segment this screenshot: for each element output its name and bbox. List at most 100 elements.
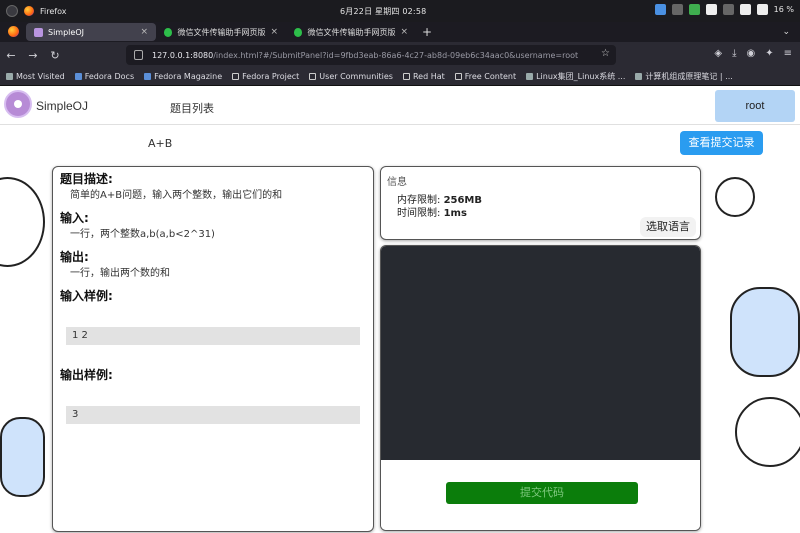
time-limit-label: 时间限制:: [397, 208, 441, 219]
bookmark-label: Free Content: [464, 72, 517, 81]
info-panel: 信息 内存限制: 256MB 时间限制: 1ms 选取语言: [380, 166, 701, 240]
bookmark-fedora-magazine[interactable]: Fedora Magazine: [144, 72, 222, 81]
linux-icon: [526, 73, 534, 80]
extensions-icon[interactable]: ✦: [765, 48, 773, 59]
bookmark-free-content[interactable]: Free Content: [454, 72, 517, 81]
back-icon[interactable]: ←: [0, 49, 22, 62]
view-submissions-button[interactable]: 查看提交记录: [680, 131, 763, 155]
page-info-icon[interactable]: [134, 50, 143, 60]
problem-description-panel: 题目描述: 简单的A+B问题，输入两个整数，输出它们的和 输入: 一行，两个整数…: [52, 166, 374, 532]
system-tray[interactable]: 16 %: [654, 4, 794, 15]
battery-icon[interactable]: [756, 4, 768, 15]
downloads-icon[interactable]: ⤓: [732, 48, 736, 59]
code-editor-panel: 提交代码: [380, 245, 701, 531]
problem-title: A+B: [148, 137, 173, 150]
output-sample-heading: 输出样例:: [60, 368, 113, 382]
close-icon[interactable]: ×: [140, 27, 148, 37]
user-menu-button[interactable]: root: [715, 90, 795, 122]
app-header: SimpleOJ 题目列表 root: [0, 87, 800, 125]
wechat-icon: [294, 27, 303, 37]
input-heading: 输入:: [60, 211, 89, 225]
select-language-button[interactable]: 选取语言: [640, 217, 696, 237]
memory-limit-label: 内存限制:: [397, 195, 441, 206]
bookmark-label: Linux集团_Linux系统 ...: [536, 72, 626, 81]
tab-label: 微信文件传输助手网页版: [177, 27, 266, 37]
output-heading: 输出:: [60, 250, 89, 264]
menu-icon[interactable]: ≡: [784, 48, 792, 59]
description-text: 简单的A+B问题，输入两个整数，输出它们的和: [70, 190, 283, 201]
os-activities-icon[interactable]: [6, 5, 18, 17]
bookmarks-toolbar: Most Visited Fedora Docs Fedora Magazine…: [0, 68, 800, 86]
bookmark-star-icon[interactable]: ☆: [601, 48, 610, 59]
page-content: SimpleOJ 题目列表 root A+B 查看提交记录 题目描述: 简单的A…: [0, 87, 800, 533]
tab-wechat-1[interactable]: 微信文件传输助手网页版 ×: [156, 23, 286, 41]
folder-icon: [309, 73, 317, 80]
submit-code-button[interactable]: 提交代码: [446, 482, 638, 504]
output-sample: 3: [66, 406, 360, 424]
memory-limit: 内存限制: 256MB: [387, 194, 694, 207]
input-sample-heading: 输入样例:: [60, 289, 113, 303]
bookmark-most-visited[interactable]: Most Visited: [6, 72, 65, 81]
pocket-icon[interactable]: ◈: [714, 48, 722, 59]
bookmark-label: 计算机组成原理笔记 | ...: [645, 72, 733, 81]
tab-wechat-2[interactable]: 微信文件传输助手网页版 ×: [286, 23, 416, 41]
navigation-bar: ← → ↻ 127.0.0.1:8080 /index.html?#/Submi…: [0, 42, 800, 68]
bookmark-fedora-docs[interactable]: Fedora Docs: [74, 72, 134, 81]
tray-app-icon[interactable]: [671, 4, 683, 15]
folder-icon: [454, 73, 462, 80]
url-host: 127.0.0.1:8080: [152, 50, 214, 60]
list-tabs-icon[interactable]: ⌄: [782, 27, 790, 37]
simpleoj-logo-icon[interactable]: [4, 90, 32, 118]
gear-icon: [6, 73, 13, 80]
doodle-soccer-ball-icon: [735, 397, 800, 467]
network-icon[interactable]: [722, 4, 734, 15]
brand-name[interactable]: SimpleOJ: [36, 99, 88, 113]
doodle-palette-icon: [0, 177, 45, 267]
code-editor[interactable]: [381, 246, 700, 460]
tray-app-icon[interactable]: [654, 4, 666, 15]
simpleoj-favicon-icon: [34, 27, 43, 37]
tray-app-icon[interactable]: [688, 4, 700, 15]
bookmark-user-communities[interactable]: User Communities: [309, 72, 393, 81]
tab-simpleoj[interactable]: SimpleOJ ×: [26, 23, 156, 41]
close-icon[interactable]: ×: [400, 27, 408, 37]
bookmark-fedora-project[interactable]: Fedora Project: [232, 72, 299, 81]
tab-strip: SimpleOJ × 微信文件传输助手网页版 × 微信文件传输助手网页版 × +…: [0, 22, 800, 42]
new-tab-icon[interactable]: +: [422, 25, 432, 39]
account-icon[interactable]: ◉: [746, 48, 755, 59]
bookmark-label: User Communities: [319, 72, 393, 81]
notes-icon: [635, 73, 643, 80]
bookmark-notes[interactable]: 计算机组成原理笔记 | ...: [635, 71, 733, 82]
firefox-view-icon[interactable]: [8, 26, 19, 37]
bookmark-label: Red Hat: [412, 72, 445, 81]
fedora-icon: [74, 73, 82, 80]
forward-icon[interactable]: →: [22, 49, 44, 62]
output-text: 一行，输出两个数的和: [70, 268, 170, 279]
bookmark-linux[interactable]: Linux集团_Linux系统 ...: [526, 71, 625, 82]
tab-label: 微信文件传输助手网页版: [307, 27, 396, 37]
reload-icon[interactable]: ↻: [44, 49, 66, 62]
tray-app-icon[interactable]: [705, 4, 717, 15]
volume-icon[interactable]: [739, 4, 751, 15]
os-app-name[interactable]: Firefox: [40, 7, 66, 16]
battery-level: 16 %: [773, 5, 794, 14]
description-heading: 题目描述:: [60, 172, 113, 186]
editor-footer: 提交代码: [381, 460, 700, 530]
fedora-icon: [144, 73, 152, 80]
time-limit-value: 1ms: [443, 208, 467, 219]
info-title: 信息: [387, 177, 407, 188]
nav-problem-list[interactable]: 题目列表: [170, 100, 214, 116]
firefox-icon: [24, 6, 34, 16]
bookmark-label: Fedora Magazine: [154, 72, 223, 81]
os-clock[interactable]: 6月22日 星期四 02:58: [340, 6, 426, 17]
url-bar[interactable]: 127.0.0.1:8080 /index.html?#/SubmitPanel…: [126, 45, 616, 65]
close-icon[interactable]: ×: [270, 27, 278, 37]
bookmark-red-hat[interactable]: Red Hat: [402, 72, 445, 81]
doodle-flask-icon: [0, 417, 45, 497]
wechat-icon: [164, 27, 173, 37]
doodle-orb-icon: [715, 177, 755, 217]
folder-icon: [402, 73, 410, 80]
folder-icon: [232, 73, 240, 80]
bookmark-label: Fedora Project: [242, 72, 300, 81]
url-path: /index.html?#/SubmitPanel?id=9fbd3eab-86…: [213, 50, 579, 60]
